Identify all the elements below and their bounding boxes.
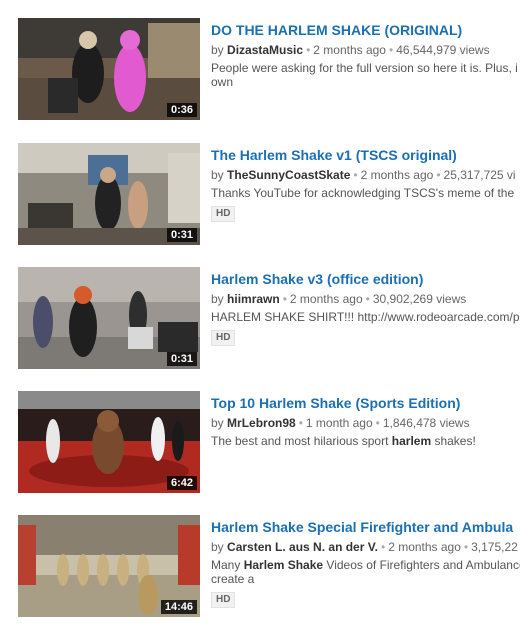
duration-badge: 0:36 <box>166 103 197 117</box>
upload-age: 2 months ago <box>313 43 386 57</box>
description-line: Thanks YouTube for acknowledging TSCS's … <box>211 186 515 200</box>
video-thumbnail[interactable]: 0:31 <box>18 143 200 245</box>
video-description: People were asking for the full version … <box>211 61 520 89</box>
description-text: Videos of Firefighters and Ambulance <box>323 558 520 572</box>
upload-age: 2 months ago <box>388 540 461 554</box>
video-description: The best and most hilarious sport harlem… <box>211 434 520 448</box>
video-result-item: 0:36 DO THE HARLEM SHAKE (ORIGINAL) by D… <box>0 18 520 128</box>
description-text: shakes! <box>431 434 476 448</box>
video-result-item: 6:42 Top 10 Harlem Shake (Sports Edition… <box>0 391 520 501</box>
by-label: by <box>211 292 224 306</box>
view-count: 30,902,269 views <box>372 292 467 306</box>
video-meta: by TheSunnyCoastSkate • 2 months ago • 25,31… <box>211 167 520 183</box>
video-info: Harlem Shake v3 (office edition) by hiim… <box>211 270 520 346</box>
by-label: by <box>211 540 224 554</box>
description-text: Many <box>211 558 244 572</box>
hd-badge: HD <box>211 592 236 608</box>
description-highlight: harlem <box>391 434 432 448</box>
description-text: The best and most hilarious sport <box>211 434 392 448</box>
duration-badge: 14:46 <box>160 600 197 614</box>
hd-badge: HD <box>211 330 236 346</box>
description-line: HARLEM SHAKE SHIRT!!! http://www.rodeoar… <box>211 310 520 324</box>
video-thumbnail[interactable]: 6:42 <box>18 391 200 493</box>
video-description: HARLEM SHAKE SHIRT!!! http://www.rodeoar… <box>211 310 520 324</box>
video-title-link[interactable]: The Harlem Shake v1 (TSCS original) <box>211 146 520 164</box>
video-meta: by DizastaMusic • 2 months ago • 46,544,979 … <box>211 42 520 58</box>
separator-dot: • <box>380 540 386 554</box>
video-result-list: 0:36 DO THE HARLEM SHAKE (ORIGINAL) by D… <box>0 0 520 624</box>
separator-dot: • <box>388 43 394 57</box>
channel-link[interactable]: hiimrawn <box>227 292 280 306</box>
video-thumbnail[interactable]: 0:36 <box>18 18 200 120</box>
video-meta: by MrLebron98 • 1 month ago • 1,846,478 view… <box>211 415 520 431</box>
video-info: Top 10 Harlem Shake (Sports Edition) by … <box>211 394 520 448</box>
video-result-item: 14:46 Harlem Shake Special Firefighter a… <box>0 515 520 625</box>
video-result-item: 0:31 Harlem Shake v3 (office edition) by… <box>0 267 520 377</box>
separator-dot: • <box>436 168 441 182</box>
view-count: 25,317,725 vi <box>443 168 516 182</box>
video-description: Many Harlem Shake Videos of Firefighters… <box>211 558 520 586</box>
separator-dot: • <box>282 292 287 306</box>
by-label: by <box>211 416 224 430</box>
video-title-link[interactable]: Top 10 Harlem Shake (Sports Edition) <box>211 394 520 412</box>
video-meta: by Carsten L. aus N. an der V. • 2 months … <box>211 539 520 555</box>
video-info: Harlem Shake Special Firefighter and Amb… <box>211 518 520 608</box>
duration-badge: 6:42 <box>166 476 197 490</box>
separator-dot: • <box>375 416 380 430</box>
video-title-link[interactable]: DO THE HARLEM SHAKE (ORIGINAL) <box>211 21 520 39</box>
channel-link[interactable]: TheSunnyCoastSkate <box>227 168 350 182</box>
view-count: 1,846,478 views <box>382 416 470 430</box>
separator-dot: • <box>365 292 370 306</box>
separator-dot: • <box>298 416 303 430</box>
hd-badge: HD <box>211 206 236 222</box>
upload-age: 2 months ago <box>289 292 363 306</box>
video-thumbnail[interactable]: 14:46 <box>18 515 200 617</box>
separator-dot: • <box>353 168 358 182</box>
description-line: create a <box>211 572 255 586</box>
channel-link[interactable]: Carsten L. aus N. an der V. <box>227 540 378 554</box>
video-info: DO THE HARLEM SHAKE (ORIGINAL) by Dizast… <box>211 21 520 89</box>
upload-age: 2 months ago <box>360 168 434 182</box>
video-meta: by hiimrawn • 2 months ago • 30,902,269 view… <box>211 291 520 307</box>
channel-link[interactable]: DizastaMusic <box>227 43 303 57</box>
upload-age: 1 month ago <box>305 416 373 430</box>
duration-badge: 0:31 <box>166 228 197 242</box>
video-title-link[interactable]: Harlem Shake Special Firefighter and Amb… <box>211 518 520 536</box>
by-label: by <box>211 168 224 182</box>
view-count: 3,175,22 <box>471 540 518 554</box>
video-thumbnail[interactable]: 0:31 <box>18 267 200 369</box>
duration-badge: 0:31 <box>166 352 197 366</box>
description-line: People were asking for the full version … <box>211 61 518 75</box>
separator-dot: • <box>463 540 469 554</box>
description-highlight: Harlem Shake <box>243 558 324 572</box>
video-title-link[interactable]: Harlem Shake v3 (office edition) <box>211 270 520 288</box>
separator-dot: • <box>306 43 311 57</box>
view-count: 46,544,979 views <box>396 43 490 57</box>
by-label: by <box>211 43 224 57</box>
video-info: The Harlem Shake v1 (TSCS original) by T… <box>211 146 520 222</box>
description-line: own <box>211 75 234 89</box>
video-result-item: 0:31 The Harlem Shake v1 (TSCS original)… <box>0 143 520 253</box>
video-description: Thanks YouTube for acknowledging TSCS's … <box>211 186 520 200</box>
channel-link[interactable]: MrLebron98 <box>227 416 296 430</box>
